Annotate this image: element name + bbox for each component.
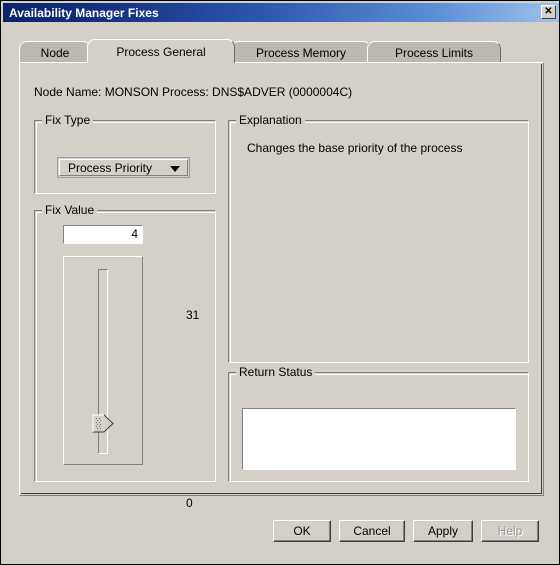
tab-process-general[interactable]: Process General	[87, 39, 235, 63]
return-status-group: Return Status	[228, 365, 529, 482]
return-status-group-title: Return Status	[236, 365, 316, 379]
cancel-button[interactable]: Cancel	[339, 520, 405, 542]
slider-min-label: 0	[186, 496, 193, 510]
fix-type-group: Fix Type Process Priority	[34, 113, 216, 194]
slider-max-label: 31	[186, 308, 200, 322]
fix-type-group-title: Fix Type	[42, 113, 94, 127]
dialog-window: Availability Manager Fixes ✕ Node Proces…	[0, 0, 560, 565]
explanation-group-title: Explanation	[236, 113, 305, 127]
tab-process-limits[interactable]: Process Limits	[367, 41, 501, 63]
slider-thumb-icon[interactable]	[92, 414, 114, 433]
help-button: Help	[481, 520, 539, 542]
tab-process-general-label: Process General	[116, 44, 206, 59]
return-status-output[interactable]	[242, 408, 516, 470]
fix-type-selected-value: Process Priority	[68, 161, 153, 175]
fix-value-input[interactable]: 4	[63, 225, 143, 244]
fix-value-group: Fix Value 4 31 0	[34, 203, 216, 510]
fix-value-slider[interactable]: 31 0	[63, 256, 199, 510]
explanation-text: Changes the base priority of the process	[247, 141, 463, 155]
apply-button[interactable]: Apply	[413, 520, 473, 542]
ok-button[interactable]: OK	[273, 520, 331, 542]
close-icon[interactable]: ✕	[541, 5, 556, 19]
chevron-down-icon	[170, 166, 180, 172]
window-title: Availability Manager Fixes	[9, 5, 159, 20]
tab-content-panel: Node Name: MONSON Process: DNS$ADVER (00…	[19, 62, 544, 510]
tab-process-memory[interactable]: Process Memory	[231, 41, 371, 63]
fix-value-group-title: Fix Value	[42, 203, 98, 217]
tab-strip: Node Process General Process Memory Proc…	[19, 39, 544, 63]
tab-process-limits-label: Process Limits	[394, 45, 474, 60]
tab-node[interactable]: Node	[19, 41, 91, 63]
fix-type-dropdown[interactable]: Process Priority	[57, 157, 190, 178]
title-bar: Availability Manager Fixes ✕	[3, 3, 559, 22]
node-process-info: Node Name: MONSON Process: DNS$ADVER (00…	[34, 85, 353, 99]
tab-node-label: Node	[40, 45, 70, 60]
tab-process-memory-label: Process Memory	[255, 45, 347, 60]
explanation-group: Explanation Changes the base priority of…	[228, 113, 529, 363]
